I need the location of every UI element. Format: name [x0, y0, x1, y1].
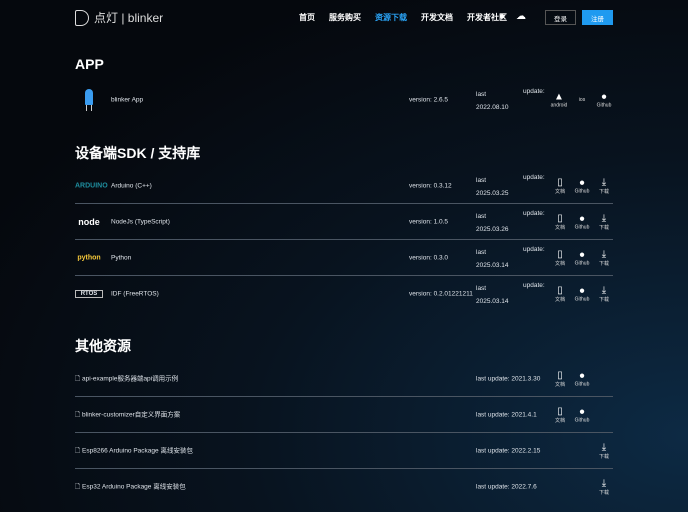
- item-name: IDF (FreeRTOS): [111, 290, 159, 298]
- last-update: last update: 2022.2.15: [476, 447, 541, 454]
- logo-icon: [75, 9, 89, 26]
- sdk-row: python Python version: 0.3.0 last 2025.03…: [75, 240, 613, 276]
- github-icon: ●: [578, 370, 586, 381]
- last-update: last update: 2022.7.6: [476, 483, 537, 491]
- sdk-row: RTOS IDF (FreeRTOS) version: 0.2.0122121…: [75, 276, 613, 312]
- doc-link[interactable]: ▯ 文档: [550, 213, 570, 231]
- brand-logo[interactable]: 点灯 | blinker: [75, 9, 163, 26]
- download-icon: ⤓: [601, 176, 607, 188]
- last-update: last update: 2021.3.30: [476, 375, 541, 382]
- section-title-app: APP: [75, 56, 104, 72]
- login-button[interactable]: 登录: [545, 10, 576, 25]
- doc-link[interactable]: ▯ 文档: [550, 249, 570, 267]
- github-link[interactable]: ● Github: [572, 249, 592, 266]
- document-icon: ▯: [557, 405, 563, 417]
- nav-docs[interactable]: 开发文档: [421, 12, 453, 23]
- download-icon: ⤓: [601, 441, 607, 453]
- register-button[interactable]: 注册: [582, 10, 613, 25]
- doc-link[interactable]: ▯ 文档: [550, 177, 570, 195]
- github-link[interactable]: ● Github: [572, 370, 592, 387]
- main-nav: 首页 服务购买 资源下载 开发文档 开发者社区: [299, 12, 507, 23]
- resource-row: 🗋 Esp32 Arduino Package 离线安装包 last updat…: [75, 469, 613, 505]
- last-update: last 2025.03.14: [476, 285, 509, 305]
- download-link[interactable]: ⤓ 下载: [594, 478, 614, 496]
- document-icon: ▯: [557, 212, 563, 224]
- resource-link[interactable]: 🗋 blinker-customizer自定义界面方案: [75, 408, 180, 421]
- last-update: last update: 2021.4.1: [476, 411, 537, 418]
- led-icon: [75, 89, 103, 111]
- download-icon: ⤓: [601, 285, 607, 296]
- wechat-icon[interactable]: ☁: [516, 11, 526, 22]
- arduino-logo-icon: ARDUINO: [75, 182, 108, 189]
- section-title-sdk: 设备端SDK / 支持库: [75, 145, 201, 161]
- sdk-row: ARDUINO Arduino (C++) version: 0.3.12 la…: [75, 168, 613, 204]
- header: 点灯 | blinker 首页 服务购买 资源下载 开发文档 开发者社区 ● ☁…: [0, 0, 688, 35]
- resource-row: 🗋 Esp8266 Arduino Package 离线安装包 last upd…: [75, 433, 613, 469]
- item-name: NodeJs (TypeScript): [111, 218, 170, 225]
- github-icon: ●: [578, 285, 586, 297]
- document-icon: ▯: [557, 285, 563, 296]
- download-link[interactable]: ⤓ 下载: [594, 249, 614, 267]
- item-name: Python: [111, 254, 132, 261]
- item-name: Arduino (C++): [111, 182, 152, 189]
- github-icon: ●: [578, 406, 586, 417]
- item-version: version: 0.2.01221211: [409, 290, 473, 298]
- android-download[interactable]: ▲ android: [549, 92, 569, 109]
- document-icon: ▯: [557, 176, 563, 188]
- app-row: blinker App version: 2.6.5 last 2022.08.1…: [75, 82, 613, 118]
- item-version: version: 0.3.12: [409, 182, 452, 189]
- update-label: update:: [523, 246, 545, 253]
- github-icon: ●: [578, 213, 586, 224]
- download-icon: ⤓: [601, 248, 607, 260]
- download-link[interactable]: ⤓ 下载: [594, 285, 614, 303]
- ios-download[interactable]: ios: [572, 97, 592, 103]
- github-link[interactable]: ● Github: [572, 286, 592, 303]
- item-name: blinker App: [111, 96, 144, 104]
- rtos-logo-icon: RTOS: [75, 290, 103, 298]
- nav-downloads[interactable]: 资源下载: [375, 12, 407, 23]
- update-label: update:: [523, 210, 545, 217]
- resource-row: 🗋 api-example服务器端api调用示例 last update: 20…: [75, 361, 613, 397]
- github-icon[interactable]: ●: [499, 11, 505, 22]
- item-version: version: 1.0.5: [409, 218, 449, 225]
- nav-home[interactable]: 首页: [299, 12, 315, 23]
- update-label: update:: [523, 174, 545, 181]
- sdk-row: node NodeJs (TypeScript) version: 1.0.5 …: [75, 204, 613, 240]
- document-icon: ▯: [557, 248, 563, 260]
- download-link[interactable]: ⤓ 下载: [594, 213, 614, 231]
- doc-link[interactable]: ▯ 文档: [550, 370, 570, 388]
- update-label: update:: [523, 88, 545, 95]
- last-update: last 2025.03.25: [476, 177, 509, 197]
- doc-link[interactable]: ▯ 文档: [550, 285, 570, 303]
- last-update: last 2025.03.14: [476, 249, 509, 269]
- github-link[interactable]: ● Github: [572, 177, 592, 194]
- doc-link[interactable]: ▯ 文档: [550, 406, 570, 424]
- resource-link[interactable]: 🗋 Esp32 Arduino Package 离线安装包: [75, 481, 186, 494]
- node-logo-icon: node: [78, 216, 100, 227]
- resource-link[interactable]: 🗋 api-example服务器端api调用示例: [75, 372, 178, 385]
- document-icon: ▯: [557, 369, 563, 381]
- github-icon: ●: [600, 91, 608, 103]
- download-icon: ⤓: [601, 212, 607, 224]
- android-icon: ▲: [554, 91, 564, 103]
- download-icon: ⤓: [601, 478, 607, 489]
- resource-row: 🗋 blinker-customizer自定义界面方案 last update:…: [75, 397, 613, 433]
- github-link[interactable]: ● Github: [572, 406, 592, 423]
- update-label: update:: [523, 282, 545, 289]
- github-icon: ●: [578, 177, 586, 188]
- github-icon: ●: [578, 249, 586, 260]
- item-version: version: 0.3.0: [409, 254, 449, 261]
- python-logo-icon: python: [77, 254, 101, 261]
- last-update: last 2022.08.10: [476, 91, 509, 111]
- resource-link[interactable]: 🗋 Esp8266 Arduino Package 离线安装包: [75, 444, 193, 457]
- github-link[interactable]: ● Github: [572, 213, 592, 230]
- github-link[interactable]: ● Github: [594, 92, 614, 109]
- section-title-other: 其他资源: [75, 338, 131, 354]
- download-link[interactable]: ⤓ 下载: [594, 177, 614, 195]
- last-update: last 2025.03.26: [476, 213, 509, 233]
- nav-purchase[interactable]: 服务购买: [329, 12, 361, 23]
- item-version: version: 2.6.5: [409, 96, 449, 104]
- download-link[interactable]: ⤓ 下载: [594, 442, 614, 460]
